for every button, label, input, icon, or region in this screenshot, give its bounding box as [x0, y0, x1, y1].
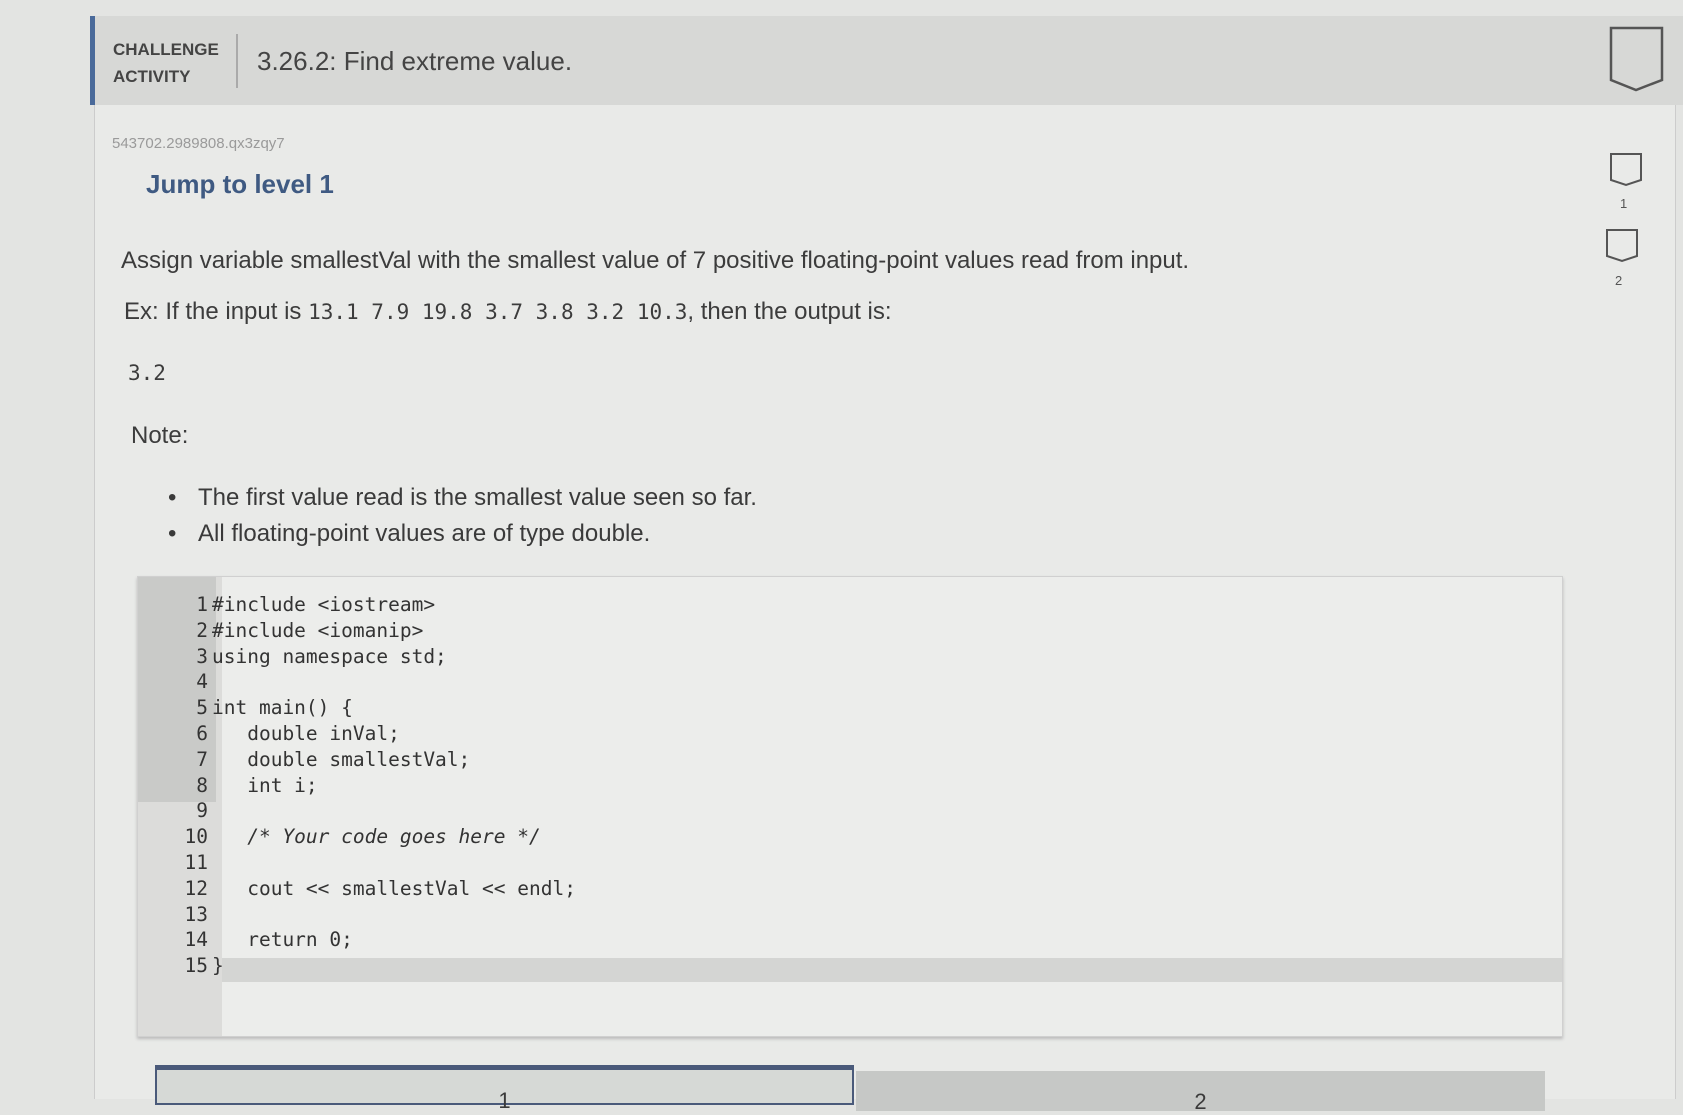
jump-to-level-link[interactable]: Jump to level 1: [146, 169, 334, 200]
tab-level-1[interactable]: 1: [155, 1065, 854, 1113]
code-text[interactable]: double smallestVal;: [212, 748, 470, 771]
label-line-2: ACTIVITY: [113, 67, 191, 86]
line-number: 4: [196, 670, 208, 694]
line-number: 6: [196, 722, 208, 745]
tab-level-2[interactable]: 2: [856, 1071, 1545, 1114]
level-2-badge-icon[interactable]: [1605, 228, 1641, 268]
level-1-badge-label: 1: [1620, 196, 1628, 211]
completion-badge-icon: [1609, 26, 1664, 92]
line-number: 5: [196, 696, 208, 720]
line-number: 12: [184, 876, 208, 900]
code-text[interactable]: return 0;: [212, 928, 353, 951]
prompt-text: Assign variable smallestVal with the sma…: [121, 247, 1190, 274]
note-item: All floating-point values are of type do…: [168, 520, 651, 548]
line-number: 15: [184, 954, 208, 978]
line-number: 7: [196, 747, 208, 771]
note-label: Note:: [131, 422, 189, 449]
note-text: The first value read is the smallest val…: [198, 484, 757, 511]
level-2-badge-label: 2: [1615, 273, 1623, 288]
code-text[interactable]: cout << smallestVal << endl;: [212, 877, 576, 900]
challenge-activity-label: CHALLENGE ACTIVITY: [113, 36, 219, 90]
example-suffix: , then the output is:: [687, 298, 892, 325]
example-input: 13.1 7.9 19.8 3.7 3.8 3.2 10.3: [308, 300, 688, 324]
code-text[interactable]: #include <iostream>: [212, 593, 435, 616]
note-item: The first value read is the smallest val…: [168, 484, 757, 512]
code-text[interactable]: #include <iomanip>: [212, 619, 423, 642]
label-line-1: CHALLENGE: [113, 40, 219, 59]
level-1-badge-icon[interactable]: [1609, 152, 1645, 192]
example-text: Ex: If the input is 13.1 7.9 19.8 3.7 3.…: [124, 298, 892, 326]
code-editor[interactable]: 1 #include <iostream> 2 #include <iomanip> 3…: [137, 576, 1563, 1037]
line-number: 1: [196, 593, 208, 616]
example-output: 3.2: [128, 361, 166, 385]
code-text[interactable]: /* Your code goes here */: [212, 825, 541, 848]
line-number: 11: [184, 851, 208, 874]
line-number: 10: [184, 825, 208, 849]
active-line-highlight: [222, 958, 1562, 982]
code-text[interactable]: using namespace std;: [212, 645, 447, 668]
example-prefix: Ex: If the input is: [124, 298, 309, 325]
activity-title: 3.26.2: Find extreme value.: [257, 46, 573, 76]
note-text: All floating-point values are of type do…: [198, 520, 651, 547]
activity-id: 543702.2989808.qx3zqy7: [112, 135, 285, 152]
line-number: 9: [196, 799, 208, 823]
code-text[interactable]: double inVal;: [212, 722, 400, 745]
line-number: 8: [196, 773, 208, 797]
line-number: 13: [184, 902, 208, 926]
code-text[interactable]: int main() {: [212, 696, 353, 719]
line-number: 14: [184, 928, 208, 952]
code-text[interactable]: int i;: [212, 774, 317, 797]
line-number: 2: [196, 618, 208, 642]
activity-header: CHALLENGE ACTIVITY 3.26.2: Find extreme …: [90, 16, 1683, 105]
header-divider: [236, 34, 238, 88]
code-text[interactable]: }: [212, 954, 224, 977]
line-number: 3: [196, 644, 208, 668]
